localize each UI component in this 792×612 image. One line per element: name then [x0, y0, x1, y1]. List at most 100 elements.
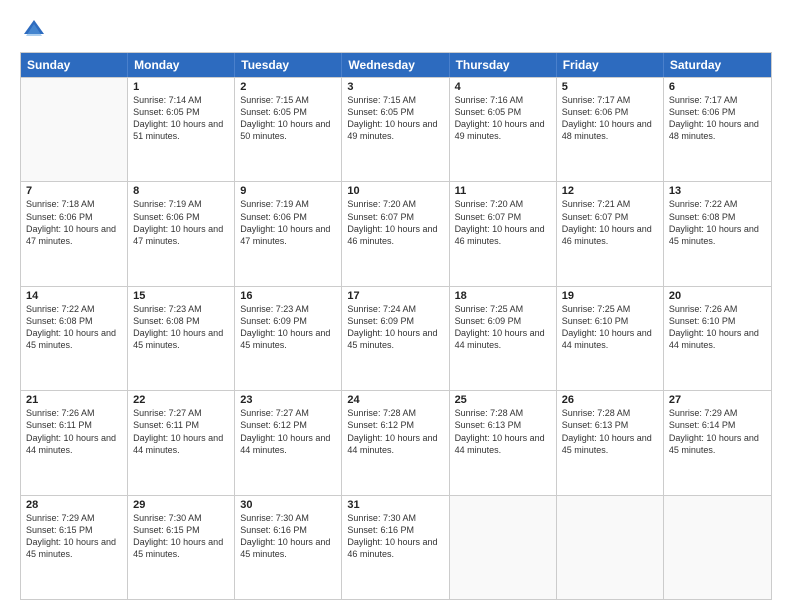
day-info: Sunrise: 7:17 AMSunset: 6:06 PMDaylight:…: [669, 94, 766, 143]
calendar-cell: 3Sunrise: 7:15 AMSunset: 6:05 PMDaylight…: [342, 78, 449, 181]
calendar-cell: 30Sunrise: 7:30 AMSunset: 6:16 PMDayligh…: [235, 496, 342, 599]
calendar-cell: 2Sunrise: 7:15 AMSunset: 6:05 PMDaylight…: [235, 78, 342, 181]
header-cell-tuesday: Tuesday: [235, 53, 342, 77]
calendar: SundayMondayTuesdayWednesdayThursdayFrid…: [20, 52, 772, 600]
day-info: Sunrise: 7:15 AMSunset: 6:05 PMDaylight:…: [240, 94, 336, 143]
day-number: 10: [347, 185, 443, 197]
day-number: 24: [347, 394, 443, 406]
day-number: 2: [240, 81, 336, 93]
day-info: Sunrise: 7:30 AMSunset: 6:16 PMDaylight:…: [347, 512, 443, 561]
calendar-row-3: 21Sunrise: 7:26 AMSunset: 6:11 PMDayligh…: [21, 390, 771, 494]
calendar-cell: 23Sunrise: 7:27 AMSunset: 6:12 PMDayligh…: [235, 391, 342, 494]
day-number: 30: [240, 499, 336, 511]
calendar-cell: 8Sunrise: 7:19 AMSunset: 6:06 PMDaylight…: [128, 182, 235, 285]
day-info: Sunrise: 7:15 AMSunset: 6:05 PMDaylight:…: [347, 94, 443, 143]
calendar-row-4: 28Sunrise: 7:29 AMSunset: 6:15 PMDayligh…: [21, 495, 771, 599]
calendar-cell: 29Sunrise: 7:30 AMSunset: 6:15 PMDayligh…: [128, 496, 235, 599]
calendar-body: 1Sunrise: 7:14 AMSunset: 6:05 PMDaylight…: [21, 77, 771, 599]
day-info: Sunrise: 7:23 AMSunset: 6:08 PMDaylight:…: [133, 303, 229, 352]
day-info: Sunrise: 7:29 AMSunset: 6:14 PMDaylight:…: [669, 407, 766, 456]
day-info: Sunrise: 7:19 AMSunset: 6:06 PMDaylight:…: [133, 198, 229, 247]
calendar-cell: 21Sunrise: 7:26 AMSunset: 6:11 PMDayligh…: [21, 391, 128, 494]
header: [20, 16, 772, 44]
day-info: Sunrise: 7:28 AMSunset: 6:13 PMDaylight:…: [455, 407, 551, 456]
day-info: Sunrise: 7:16 AMSunset: 6:05 PMDaylight:…: [455, 94, 551, 143]
day-number: 1: [133, 81, 229, 93]
day-info: Sunrise: 7:28 AMSunset: 6:12 PMDaylight:…: [347, 407, 443, 456]
day-number: 11: [455, 185, 551, 197]
calendar-cell: 22Sunrise: 7:27 AMSunset: 6:11 PMDayligh…: [128, 391, 235, 494]
day-number: 15: [133, 290, 229, 302]
day-info: Sunrise: 7:26 AMSunset: 6:11 PMDaylight:…: [26, 407, 122, 456]
calendar-cell: 26Sunrise: 7:28 AMSunset: 6:13 PMDayligh…: [557, 391, 664, 494]
calendar-row-0: 1Sunrise: 7:14 AMSunset: 6:05 PMDaylight…: [21, 77, 771, 181]
day-info: Sunrise: 7:22 AMSunset: 6:08 PMDaylight:…: [26, 303, 122, 352]
logo-icon: [20, 16, 48, 44]
day-number: 29: [133, 499, 229, 511]
calendar-cell: 5Sunrise: 7:17 AMSunset: 6:06 PMDaylight…: [557, 78, 664, 181]
calendar-cell: 27Sunrise: 7:29 AMSunset: 6:14 PMDayligh…: [664, 391, 771, 494]
calendar-cell: 11Sunrise: 7:20 AMSunset: 6:07 PMDayligh…: [450, 182, 557, 285]
day-info: Sunrise: 7:14 AMSunset: 6:05 PMDaylight:…: [133, 94, 229, 143]
page: SundayMondayTuesdayWednesdayThursdayFrid…: [0, 0, 792, 612]
calendar-cell: [557, 496, 664, 599]
day-number: 26: [562, 394, 658, 406]
calendar-cell: 20Sunrise: 7:26 AMSunset: 6:10 PMDayligh…: [664, 287, 771, 390]
day-info: Sunrise: 7:28 AMSunset: 6:13 PMDaylight:…: [562, 407, 658, 456]
calendar-cell: [450, 496, 557, 599]
calendar-cell: 18Sunrise: 7:25 AMSunset: 6:09 PMDayligh…: [450, 287, 557, 390]
calendar-cell: 13Sunrise: 7:22 AMSunset: 6:08 PMDayligh…: [664, 182, 771, 285]
day-number: 23: [240, 394, 336, 406]
day-number: 12: [562, 185, 658, 197]
day-info: Sunrise: 7:27 AMSunset: 6:12 PMDaylight:…: [240, 407, 336, 456]
calendar-cell: 25Sunrise: 7:28 AMSunset: 6:13 PMDayligh…: [450, 391, 557, 494]
header-cell-friday: Friday: [557, 53, 664, 77]
day-number: 25: [455, 394, 551, 406]
day-info: Sunrise: 7:19 AMSunset: 6:06 PMDaylight:…: [240, 198, 336, 247]
logo: [20, 16, 52, 44]
day-number: 16: [240, 290, 336, 302]
header-cell-monday: Monday: [128, 53, 235, 77]
day-number: 18: [455, 290, 551, 302]
calendar-cell: 24Sunrise: 7:28 AMSunset: 6:12 PMDayligh…: [342, 391, 449, 494]
calendar-cell: 12Sunrise: 7:21 AMSunset: 6:07 PMDayligh…: [557, 182, 664, 285]
day-info: Sunrise: 7:30 AMSunset: 6:16 PMDaylight:…: [240, 512, 336, 561]
day-info: Sunrise: 7:27 AMSunset: 6:11 PMDaylight:…: [133, 407, 229, 456]
calendar-cell: [664, 496, 771, 599]
day-number: 19: [562, 290, 658, 302]
day-number: 8: [133, 185, 229, 197]
day-number: 31: [347, 499, 443, 511]
calendar-cell: 1Sunrise: 7:14 AMSunset: 6:05 PMDaylight…: [128, 78, 235, 181]
day-info: Sunrise: 7:22 AMSunset: 6:08 PMDaylight:…: [669, 198, 766, 247]
calendar-cell: 17Sunrise: 7:24 AMSunset: 6:09 PMDayligh…: [342, 287, 449, 390]
day-info: Sunrise: 7:24 AMSunset: 6:09 PMDaylight:…: [347, 303, 443, 352]
day-info: Sunrise: 7:18 AMSunset: 6:06 PMDaylight:…: [26, 198, 122, 247]
day-number: 22: [133, 394, 229, 406]
day-info: Sunrise: 7:21 AMSunset: 6:07 PMDaylight:…: [562, 198, 658, 247]
calendar-cell: 4Sunrise: 7:16 AMSunset: 6:05 PMDaylight…: [450, 78, 557, 181]
calendar-row-1: 7Sunrise: 7:18 AMSunset: 6:06 PMDaylight…: [21, 181, 771, 285]
day-number: 13: [669, 185, 766, 197]
calendar-row-2: 14Sunrise: 7:22 AMSunset: 6:08 PMDayligh…: [21, 286, 771, 390]
day-info: Sunrise: 7:20 AMSunset: 6:07 PMDaylight:…: [455, 198, 551, 247]
day-info: Sunrise: 7:23 AMSunset: 6:09 PMDaylight:…: [240, 303, 336, 352]
calendar-cell: 6Sunrise: 7:17 AMSunset: 6:06 PMDaylight…: [664, 78, 771, 181]
day-info: Sunrise: 7:26 AMSunset: 6:10 PMDaylight:…: [669, 303, 766, 352]
calendar-cell: 7Sunrise: 7:18 AMSunset: 6:06 PMDaylight…: [21, 182, 128, 285]
day-info: Sunrise: 7:25 AMSunset: 6:10 PMDaylight:…: [562, 303, 658, 352]
day-number: 3: [347, 81, 443, 93]
header-cell-saturday: Saturday: [664, 53, 771, 77]
day-number: 6: [669, 81, 766, 93]
calendar-cell: 16Sunrise: 7:23 AMSunset: 6:09 PMDayligh…: [235, 287, 342, 390]
day-number: 28: [26, 499, 122, 511]
day-info: Sunrise: 7:17 AMSunset: 6:06 PMDaylight:…: [562, 94, 658, 143]
day-number: 17: [347, 290, 443, 302]
day-number: 14: [26, 290, 122, 302]
header-cell-thursday: Thursday: [450, 53, 557, 77]
calendar-cell: 9Sunrise: 7:19 AMSunset: 6:06 PMDaylight…: [235, 182, 342, 285]
day-number: 9: [240, 185, 336, 197]
calendar-cell: 28Sunrise: 7:29 AMSunset: 6:15 PMDayligh…: [21, 496, 128, 599]
day-number: 5: [562, 81, 658, 93]
calendar-cell: 14Sunrise: 7:22 AMSunset: 6:08 PMDayligh…: [21, 287, 128, 390]
day-number: 20: [669, 290, 766, 302]
